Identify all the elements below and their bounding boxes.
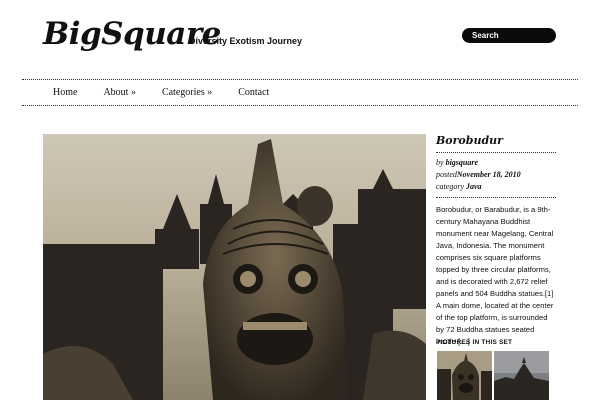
post-date: November 18, 2010 <box>456 170 521 179</box>
by-label: by <box>436 158 444 167</box>
main-nav: Home About » Categories » Contact <box>22 79 578 106</box>
post-category-line: category Java <box>436 181 556 193</box>
post-author[interactable]: bigsquare <box>446 158 478 167</box>
site-logo[interactable]: BigSquare <box>43 14 221 54</box>
post-date-line: postedNovember 18, 2010 <box>436 169 556 181</box>
search-input[interactable] <box>462 28 556 43</box>
post-title[interactable]: Borobudur <box>436 134 556 153</box>
posted-label: posted <box>436 170 457 179</box>
post-category[interactable]: Java <box>466 182 482 191</box>
post-excerpt: Borobudur, or Barabudur, is a 9th-centur… <box>436 205 554 346</box>
nav-item-about[interactable]: About » <box>103 87 136 98</box>
gallery-title: PICTURES IN THIS SET <box>436 339 513 346</box>
gallery-thumbnail-1[interactable] <box>437 351 492 400</box>
post-meta: by bigsquare postedNovember 18, 2010 cat… <box>436 157 556 198</box>
nav-item-categories[interactable]: Categories » <box>162 87 212 98</box>
gallery-thumbnail-2[interactable] <box>494 351 549 400</box>
nav-item-contact[interactable]: Contact <box>238 87 269 98</box>
nav-item-home[interactable]: Home <box>53 87 77 98</box>
featured-image[interactable] <box>43 134 426 400</box>
category-label: category <box>436 182 464 191</box>
post-author-line: by bigsquare <box>436 157 556 169</box>
site-tagline: Diversity Exotism Journey <box>189 36 303 46</box>
post-sidebar: Borobudur by bigsquare postedNovember 18… <box>436 134 556 348</box>
